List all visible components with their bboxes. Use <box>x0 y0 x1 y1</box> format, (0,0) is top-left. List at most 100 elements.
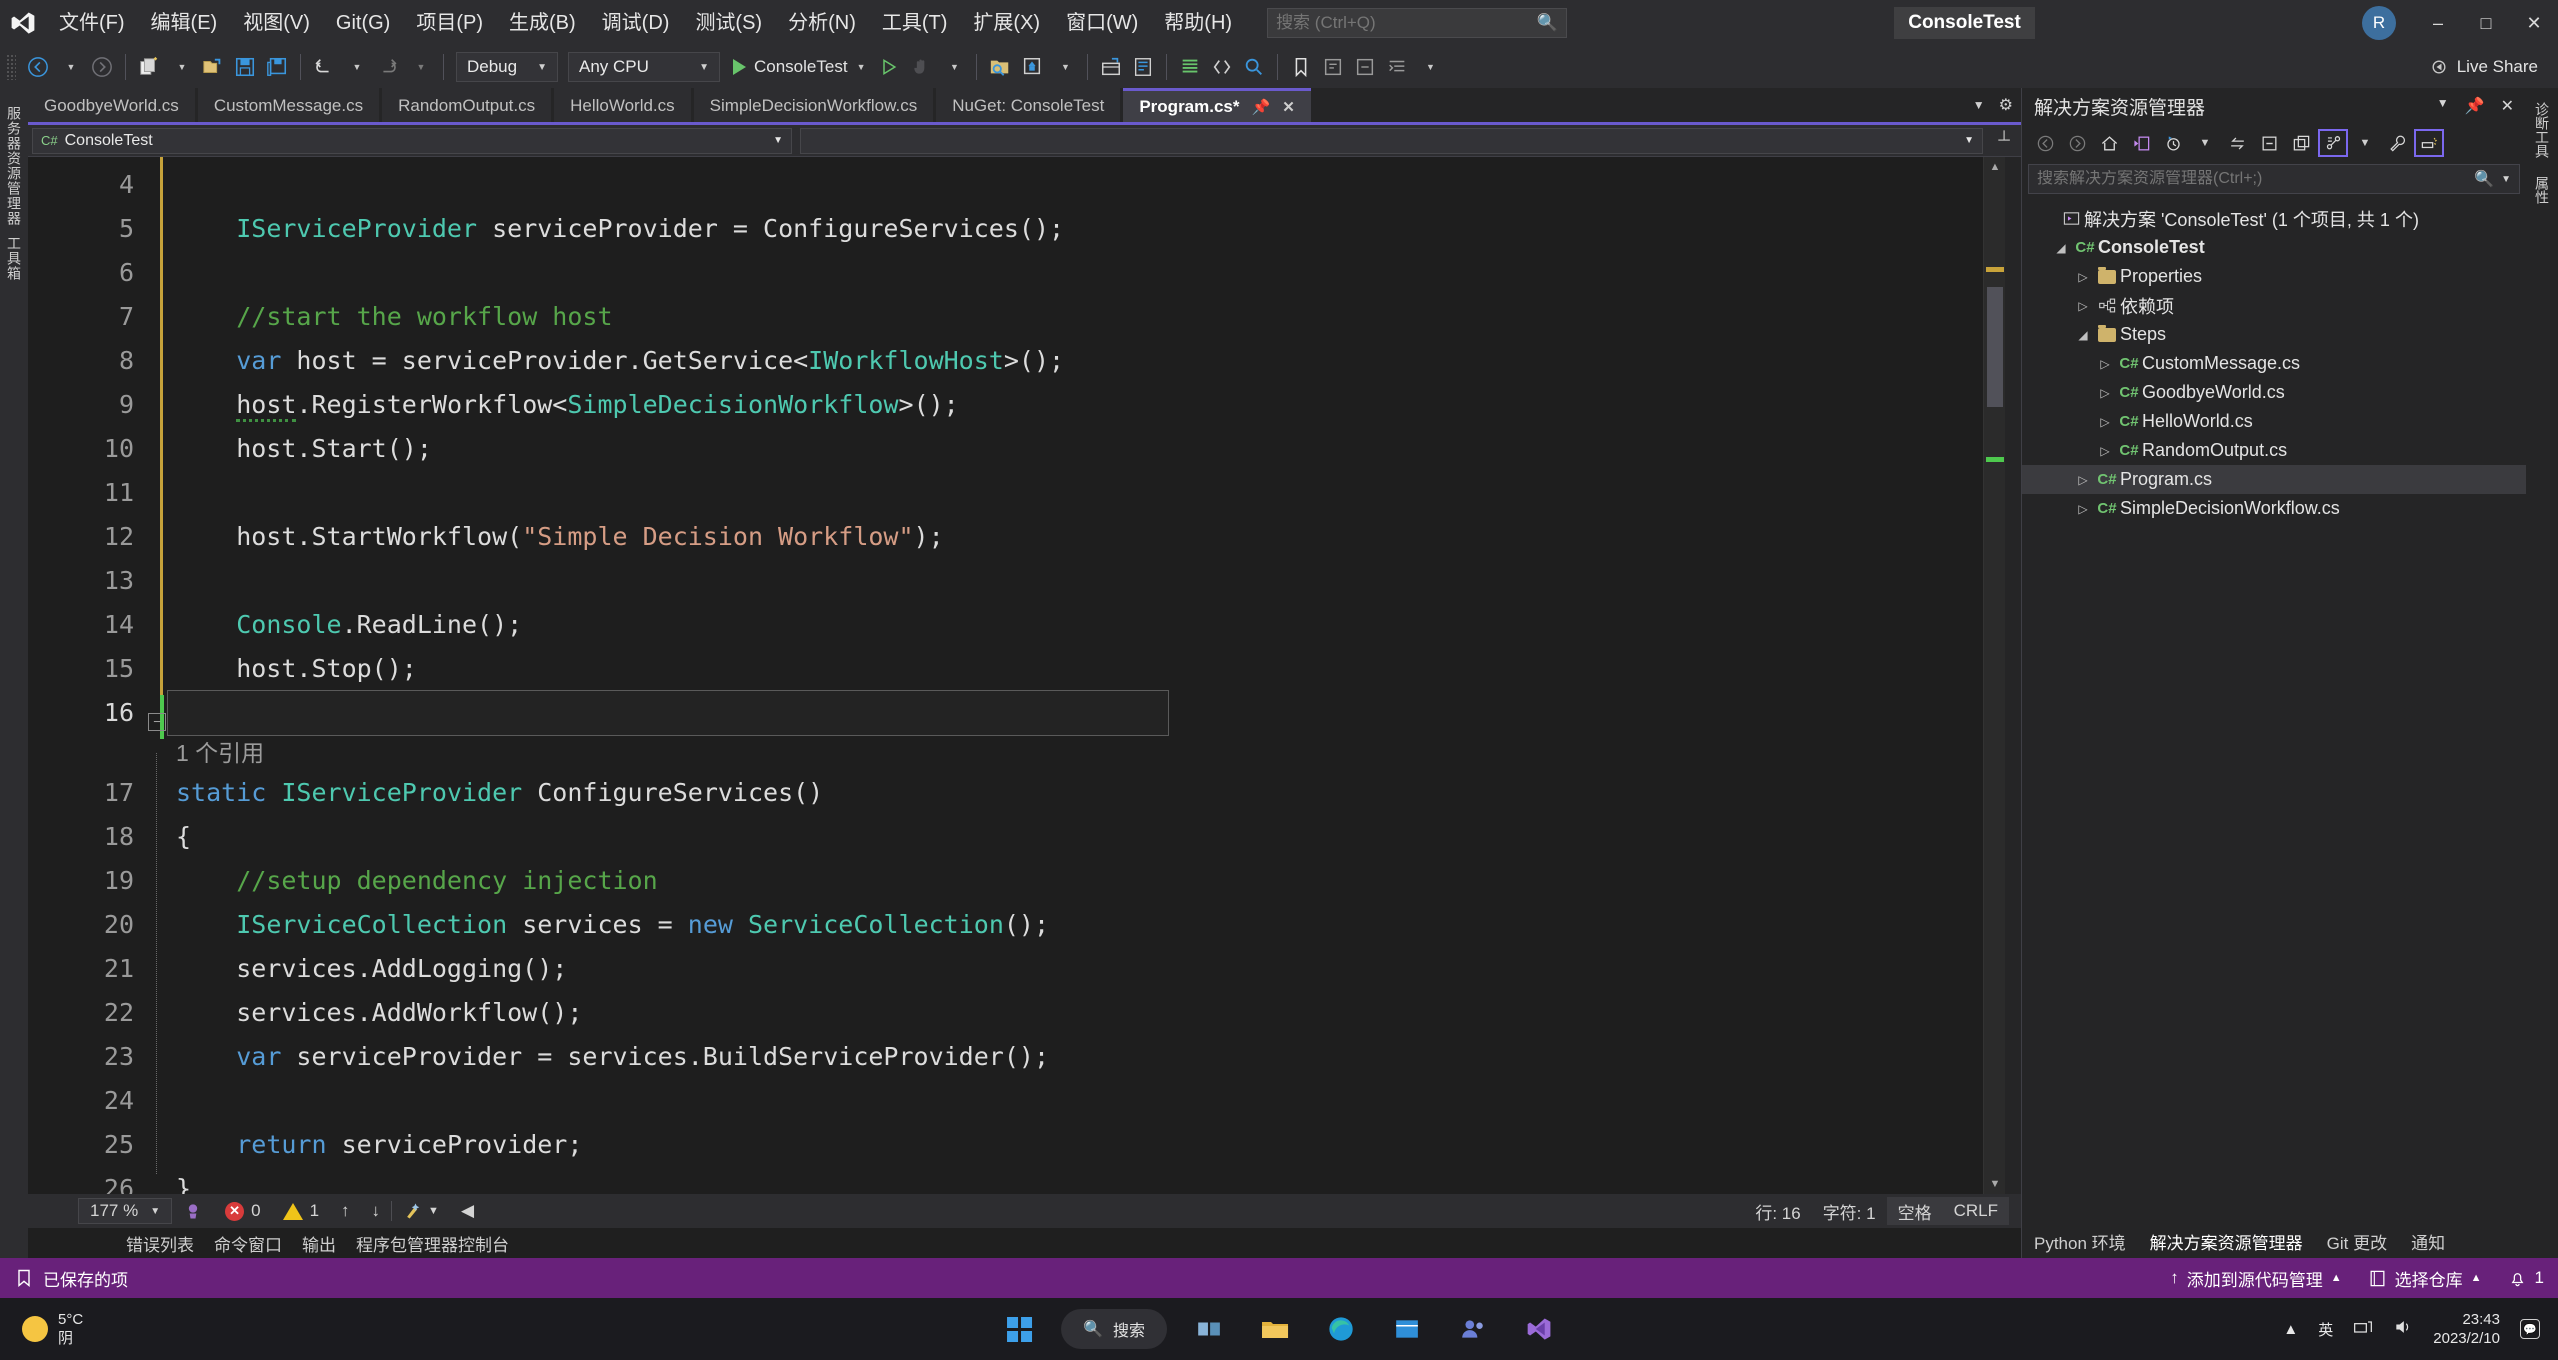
task-view-icon[interactable] <box>1185 1305 1233 1353</box>
new-item-icon[interactable] <box>133 50 165 84</box>
notification-icon[interactable]: 💬 <box>2520 1319 2540 1339</box>
twisty-collapsed-icon[interactable]: ▷ <box>2094 357 2116 371</box>
close-icon[interactable]: ✕ <box>2510 0 2558 46</box>
hand-dropdown-icon[interactable]: ▼ <box>937 50 969 84</box>
rail-properties[interactable]: 属性 <box>2532 176 2552 204</box>
rail-server-explorer[interactable]: 服务器资源管理器 <box>4 106 24 226</box>
scroll-up-icon[interactable]: ▲ <box>1984 157 2006 177</box>
collapse-region-toggle[interactable]: − <box>148 713 166 731</box>
twisty-collapsed-icon[interactable]: ▷ <box>2094 415 2116 429</box>
taskbar-clock[interactable]: 23:43 2023/2/10 <box>2433 1310 2500 1348</box>
outlining-margin[interactable]: − <box>146 157 168 1194</box>
menu-test[interactable]: 测试(S) <box>682 6 775 40</box>
split-editor-icon[interactable]: ┴ <box>1987 132 2021 150</box>
code-line-cursor[interactable] <box>167 690 1169 736</box>
tab-helloworld[interactable]: HelloWorld.cs <box>554 88 691 122</box>
chevron-up-icon[interactable]: ▲ <box>2283 1321 2298 1338</box>
file-explorer-icon[interactable] <box>1251 1305 1299 1353</box>
maximize-icon[interactable]: □ <box>2462 0 2510 46</box>
navbar-member-dropdown[interactable]: ▼ <box>800 127 1983 154</box>
show-all-files-icon[interactable] <box>2286 129 2316 157</box>
twisty-collapsed-icon[interactable]: ▷ <box>2094 386 2116 400</box>
panel-tab-command-window[interactable]: 命令窗口 <box>204 1231 292 1256</box>
teams-icon[interactable] <box>1449 1305 1497 1353</box>
menu-help[interactable]: 帮助(H) <box>1151 6 1245 40</box>
intellicode-icon[interactable] <box>172 1197 214 1225</box>
codelens-reference-count[interactable]: 1 个引用 <box>168 735 1983 771</box>
live-share-button[interactable]: Live Share <box>2415 50 2552 84</box>
arrow-down-icon[interactable]: ↓ <box>361 1197 392 1225</box>
bookmark-icon[interactable] <box>1285 50 1317 84</box>
dock-tab-git-changes[interactable]: Git 更改 <box>2315 1224 2399 1258</box>
collapse-left-icon[interactable]: ◀ <box>450 1197 485 1225</box>
platform-dropdown[interactable]: Any CPU ▼ <box>568 52 720 82</box>
gear-icon[interactable]: ⚙ <box>1999 95 2013 115</box>
quick-actions-icon[interactable]: ▼ <box>392 1197 450 1225</box>
tree-item-steps-folder[interactable]: ◢ Steps <box>2022 320 2526 349</box>
avatar[interactable]: R <box>2362 6 2396 40</box>
chevron-down-icon[interactable]: ▼ <box>2501 174 2511 185</box>
chevron-down-icon[interactable]: ▼ <box>1973 98 1985 112</box>
minimize-icon[interactable]: – <box>2414 0 2462 46</box>
menu-edit[interactable]: 编辑(E) <box>138 6 231 40</box>
open-folder-icon[interactable] <box>197 50 229 84</box>
menu-tools[interactable]: 工具(T) <box>869 6 961 40</box>
indent-icon[interactable] <box>1381 50 1413 84</box>
tab-goodbyeworld[interactable]: GoodbyeWorld.cs <box>28 88 195 122</box>
rail-toolbox[interactable]: 工具箱 <box>4 236 24 281</box>
tab-randomoutput[interactable]: RandomOutput.cs <box>382 88 552 122</box>
taskbar-weather-widget[interactable]: 5°C 阴 <box>0 1310 83 1348</box>
tree-item-project-consoletest[interactable]: ◢ C# ConsoleTest <box>2022 233 2526 262</box>
code-surface[interactable]: 4 5 6 7 8 9 10 11 12 13 14 15 16 17 18 1… <box>28 157 2021 1194</box>
twisty-collapsed-icon[interactable]: ▷ <box>2072 270 2094 284</box>
volume-icon[interactable] <box>2393 1318 2413 1340</box>
dock-tab-notifications[interactable]: 通知 <box>2399 1224 2457 1258</box>
view-class-diagram-icon[interactable] <box>2318 129 2348 157</box>
dock-tab-solution-explorer[interactable]: 解决方案资源管理器 <box>2138 1224 2315 1258</box>
panel-tab-error-list[interactable]: 错误列表 <box>116 1231 204 1256</box>
solution-search-input[interactable] <box>2037 170 2469 188</box>
ime-icon[interactable]: 英 <box>2318 1319 2333 1340</box>
undo-icon[interactable] <box>308 50 340 84</box>
list-icon[interactable] <box>1174 50 1206 84</box>
tree-item-randomoutput[interactable]: ▷ C# RandomOutput.cs <box>2022 436 2526 465</box>
save-icon[interactable] <box>229 50 261 84</box>
panel-tab-output[interactable]: 输出 <box>292 1231 346 1256</box>
preview-selected-items-icon[interactable] <box>2414 129 2444 157</box>
visual-studio-icon[interactable] <box>1515 1305 1563 1353</box>
error-count[interactable]: ✕ 0 <box>214 1197 271 1225</box>
twisty-collapsed-icon[interactable]: ▷ <box>2072 299 2094 313</box>
microsoft-store-icon[interactable] <box>1383 1305 1431 1353</box>
play-outline-icon[interactable] <box>873 50 905 84</box>
menu-view[interactable]: 视图(V) <box>230 6 323 40</box>
refresh-icon[interactable] <box>2222 129 2252 157</box>
pin-icon[interactable]: 📌 <box>1252 98 1271 116</box>
properties-icon[interactable] <box>1127 50 1159 84</box>
window-layout-icon[interactable] <box>1095 50 1127 84</box>
arrow-back-icon[interactable] <box>2030 129 2060 157</box>
folder-search-icon[interactable] <box>984 50 1016 84</box>
redo-icon[interactable] <box>372 50 404 84</box>
save-all-icon[interactable] <box>261 50 293 84</box>
close-icon[interactable]: ✕ <box>1282 98 1295 116</box>
navbar-project-dropdown[interactable]: C# ConsoleTest ▼ <box>32 127 792 154</box>
arrow-forward-icon[interactable] <box>86 50 118 84</box>
tree-item-program-cs[interactable]: ▷ C# Program.cs <box>2022 465 2526 494</box>
tree-item-dependencies[interactable]: ▷ 依赖项 <box>2022 291 2526 320</box>
tree-item-solution[interactable]: 解决方案 'ConsoleTest' (1 个项目, 共 1 个) <box>2022 204 2526 233</box>
windows-start-icon[interactable] <box>995 1305 1043 1353</box>
upload-icon[interactable] <box>1016 50 1048 84</box>
notifications-button[interactable]: 1 <box>2508 1268 2544 1288</box>
tab-program-cs[interactable]: Program.cs* 📌 ✕ <box>1123 88 1311 122</box>
indentation-indicator[interactable]: 空格 <box>1886 1197 1943 1225</box>
menu-extensions[interactable]: 扩展(X) <box>960 6 1053 40</box>
panel-tab-package-manager-console[interactable]: 程序包管理器控制台 <box>346 1231 519 1256</box>
global-search-input[interactable] <box>1276 13 1537 33</box>
dock-tab-python-env[interactable]: Python 环境 <box>2022 1224 2138 1258</box>
upload-dropdown-icon[interactable]: ▼ <box>1048 50 1080 84</box>
menu-debug[interactable]: 调试(D) <box>589 6 683 40</box>
pin-icon[interactable]: 📌 <box>2465 96 2485 116</box>
editor-vertical-scrollbar[interactable]: ▲ ▼ <box>1983 157 2005 1194</box>
code-icon[interactable] <box>1206 50 1238 84</box>
scrollbar-thumb[interactable] <box>1987 287 2003 407</box>
